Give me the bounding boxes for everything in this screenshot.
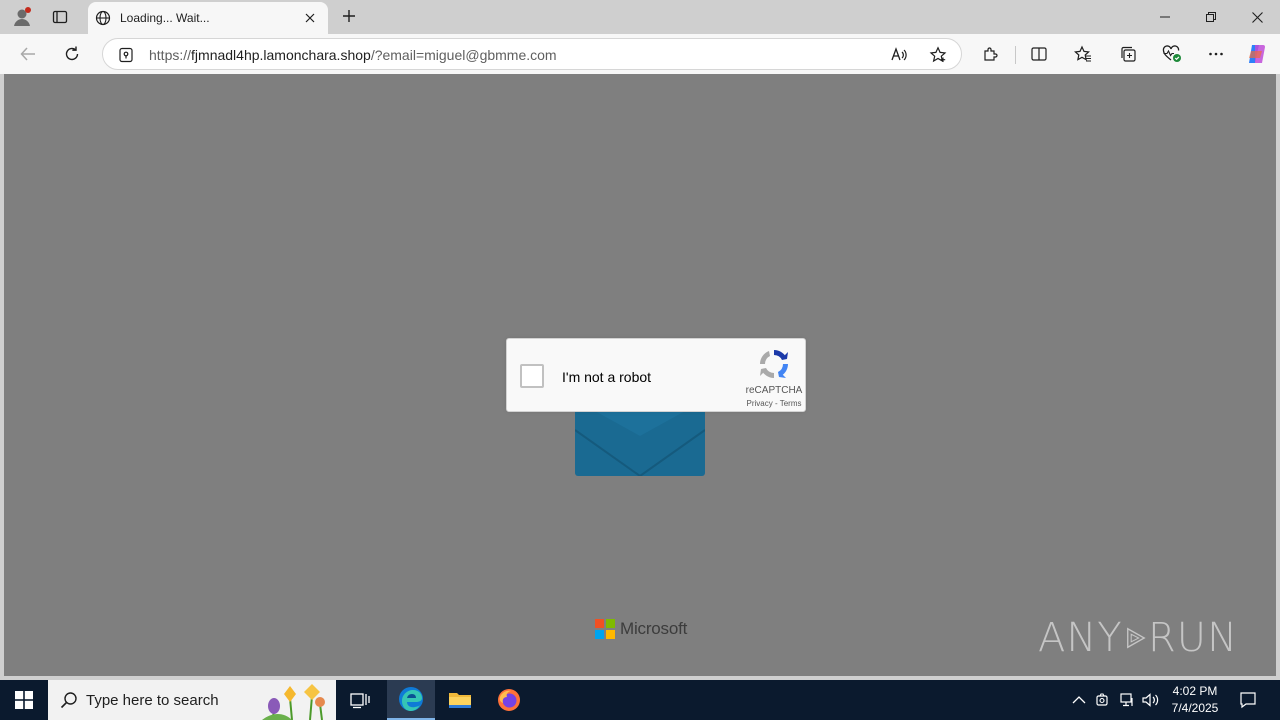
read-aloud-button[interactable]	[889, 45, 909, 65]
globe-icon	[94, 9, 112, 27]
close-window-button[interactable]	[1234, 0, 1280, 34]
collections-button[interactable]	[1116, 42, 1140, 66]
microsoft-wordmark: Microsoft	[620, 619, 688, 638]
privacy-link[interactable]: Privacy	[747, 399, 773, 408]
network-icon	[1120, 693, 1133, 707]
page-viewport: I'm not a robot reCAPTCHA Privacy - Term…	[4, 74, 1276, 676]
notification-center-button[interactable]	[1236, 688, 1260, 712]
task-view-icon	[350, 693, 370, 709]
windows-logo-icon	[15, 691, 33, 709]
browser-essentials-button[interactable]	[1160, 42, 1184, 66]
recaptcha-brand: reCAPTCHA	[745, 385, 803, 396]
flowers-illustration	[262, 684, 325, 720]
address-bar[interactable]: https://fjmnadl4hp.lamonchara.shop/?emai…	[102, 38, 962, 70]
folder-icon	[449, 693, 471, 708]
microsoft-footer: Microsoft	[595, 619, 687, 639]
firefox-icon	[498, 689, 520, 711]
back-arrow-icon	[20, 47, 35, 61]
recaptcha-checkbox[interactable]	[520, 364, 544, 388]
minimize-icon	[1160, 16, 1170, 18]
site-info-icon	[119, 47, 133, 63]
tray-network[interactable]	[1117, 690, 1137, 710]
profile-button[interactable]	[10, 5, 34, 29]
taskbar-edge[interactable]	[387, 680, 435, 720]
favorites-icon	[1074, 45, 1091, 62]
tray-meet-now[interactable]	[1093, 690, 1113, 710]
anyrun-watermark: ANY RUN	[1038, 606, 1238, 670]
star-icon	[929, 46, 947, 63]
taskbar: Type here to search 4:02 PM 7/4/2025	[0, 680, 1280, 720]
meet-now-icon	[1096, 693, 1108, 706]
taskbar-file-explorer[interactable]	[436, 680, 484, 720]
taskbar-firefox[interactable]	[485, 680, 533, 720]
taskbar-search[interactable]: Type here to search	[48, 680, 336, 720]
microsoft-logo-icon	[595, 619, 615, 639]
plus-icon	[343, 10, 355, 22]
link-separator: -	[772, 399, 780, 408]
heart-pulse-icon	[1162, 45, 1181, 62]
refresh-button[interactable]	[60, 42, 84, 66]
minimize-button[interactable]	[1142, 0, 1188, 34]
new-tab-button[interactable]	[338, 5, 360, 27]
restore-button[interactable]	[1188, 0, 1234, 34]
tray-volume[interactable]	[1141, 690, 1161, 710]
tab-title: Loading... Wait...	[120, 11, 210, 25]
copilot-icon	[1249, 45, 1265, 63]
chevron-up-icon	[1072, 696, 1086, 704]
volume-icon	[1142, 693, 1159, 707]
clock-time: 4:02 PM	[1172, 684, 1218, 698]
taskbar-clock[interactable]: 4:02 PM 7/4/2025	[1162, 683, 1228, 717]
recaptcha-label: I'm not a robot	[562, 369, 652, 385]
watermark-left: ANY	[1038, 615, 1123, 661]
start-button[interactable]	[0, 680, 48, 720]
ellipsis-icon	[1209, 52, 1223, 56]
tab-actions-button[interactable]	[48, 5, 72, 29]
url-text: https://fjmnadl4hp.lamonchara.shop/?emai…	[149, 47, 557, 63]
search-icon	[60, 692, 77, 709]
edge-icon	[399, 687, 423, 711]
extensions-button[interactable]	[979, 42, 1003, 66]
task-view-button[interactable]	[336, 680, 384, 720]
notification-icon	[1240, 692, 1256, 709]
tab-close-button[interactable]	[302, 10, 318, 26]
clock-date: 7/4/2025	[1171, 701, 1219, 715]
play-icon	[1126, 627, 1146, 649]
copilot-button[interactable]	[1245, 42, 1269, 66]
site-info-button[interactable]	[117, 46, 135, 64]
favorites-button[interactable]	[1071, 42, 1095, 66]
close-icon	[1251, 11, 1263, 23]
tab-actions-icon	[52, 10, 68, 24]
watermark-right: RUN	[1148, 615, 1238, 661]
split-screen-icon	[1031, 47, 1047, 61]
show-hidden-icons-button[interactable]	[1069, 690, 1089, 710]
refresh-icon	[65, 46, 79, 61]
url-path: /?email=miguel@gbmme.com	[370, 47, 557, 63]
toolbar-divider	[1015, 46, 1016, 64]
recaptcha-logo-icon	[760, 350, 788, 378]
search-placeholder: Type here to search	[86, 691, 219, 709]
recaptcha-links: Privacy - Terms	[731, 399, 817, 408]
recaptcha-widget: I'm not a robot reCAPTCHA Privacy - Term…	[506, 338, 806, 412]
read-aloud-icon	[891, 47, 907, 61]
tab-strip: Loading... Wait...	[0, 0, 1280, 34]
close-icon	[305, 13, 315, 23]
more-options-button[interactable]	[1204, 42, 1228, 66]
split-screen-button[interactable]	[1027, 42, 1051, 66]
active-tab[interactable]: Loading... Wait...	[88, 2, 328, 34]
terms-link[interactable]: Terms	[780, 399, 802, 408]
profile-icon	[14, 7, 31, 26]
collections-icon	[1121, 46, 1136, 62]
back-button[interactable]	[16, 42, 40, 66]
favorite-button[interactable]	[928, 45, 948, 65]
url-host: fjmnadl4hp.lamonchara.shop	[191, 47, 371, 63]
browser-toolbar: https://fjmnadl4hp.lamonchara.shop/?emai…	[0, 34, 1280, 74]
url-scheme: https://	[149, 47, 192, 63]
puzzle-icon	[984, 47, 998, 61]
restore-icon	[1206, 12, 1216, 22]
